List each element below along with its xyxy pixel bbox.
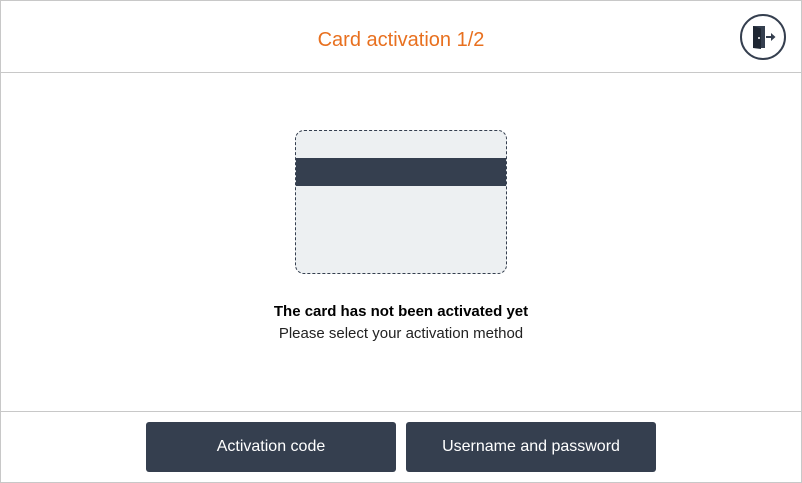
message-title: The card has not been activated yet bbox=[273, 303, 529, 320]
activation-code-button[interactable]: Activation code bbox=[146, 422, 396, 472]
card-magnetic-stripe bbox=[296, 158, 506, 186]
page-title: Card activation 1/2 bbox=[317, 29, 485, 51]
header-bar: Card activation 1/2 bbox=[1, 1, 801, 73]
message-subtitle: Please select your activation method bbox=[278, 325, 524, 342]
footer-bar: Activation code Username and password bbox=[1, 411, 801, 483]
username-password-button[interactable]: Username and password bbox=[406, 422, 656, 472]
credit-card-icon bbox=[295, 130, 507, 274]
activation-window: Card activation 1/2 The card has not bee… bbox=[0, 0, 802, 483]
logout-button[interactable] bbox=[740, 14, 786, 60]
logout-door-icon bbox=[753, 26, 776, 49]
main-content: The card has not been activated yet Plea… bbox=[1, 73, 801, 411]
